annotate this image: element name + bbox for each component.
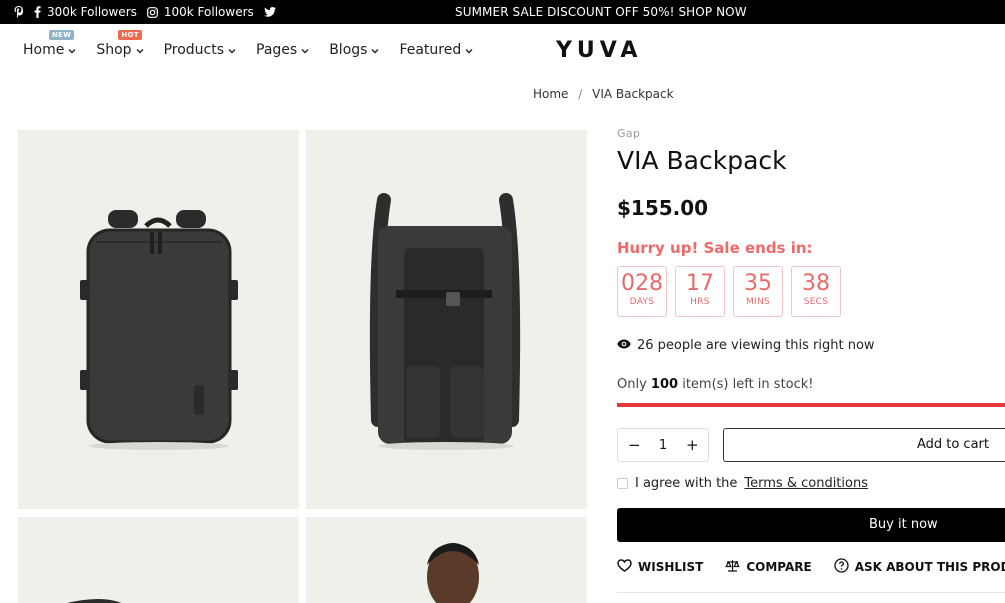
nav-item-home[interactable]: Home NEW: [23, 30, 76, 58]
countdown-seconds: 38 SECS: [791, 266, 841, 317]
buy-now-button[interactable]: Buy it now: [617, 508, 1005, 542]
nav-item-blogs[interactable]: Blogs: [329, 42, 379, 58]
heart-icon: [617, 559, 632, 575]
stock-progress-fill: [617, 403, 1005, 407]
scale-icon: [725, 559, 741, 575]
instagram-link[interactable]: 100k Followers: [146, 5, 254, 19]
stock-progress-bar: [617, 403, 1005, 407]
facebook-icon: [34, 6, 41, 18]
chevron-down-icon: [228, 42, 236, 58]
terms-agreement: I agree with the Terms & conditions: [617, 476, 868, 491]
hot-badge: HOT: [118, 30, 142, 40]
live-viewers-text: 26 people are viewing this right now: [637, 338, 875, 353]
nav-item-pages[interactable]: Pages: [256, 42, 309, 58]
facebook-followers: 300k Followers: [47, 5, 137, 19]
countdown-minutes: 35 MINS: [733, 266, 783, 317]
countdown-unit: HRS: [690, 297, 710, 307]
stock-count: 100: [650, 377, 679, 392]
add-to-cart-button[interactable]: Add to cart: [723, 428, 1005, 462]
nav-item-featured[interactable]: Featured: [399, 42, 473, 58]
eye-icon: [617, 338, 631, 353]
new-badge: NEW: [49, 30, 75, 40]
live-viewers: 26 people are viewing this right now: [617, 338, 875, 353]
nav-label: Blogs: [329, 42, 368, 58]
instagram-followers: 100k Followers: [163, 5, 254, 19]
product-image-model[interactable]: [306, 517, 587, 603]
nav-label: Pages: [256, 42, 298, 58]
wishlist-button[interactable]: WISHLIST: [617, 558, 703, 576]
model-wearing-backpack-image: [427, 543, 479, 603]
countdown-value: 35: [744, 271, 772, 296]
announcement-bar: 300k Followers 100k Followers SUMMER SAL…: [0, 0, 1005, 24]
sale-countdown: 028 DAYS 17 HRS 35 MINS 38 SECS: [617, 266, 841, 317]
nav-label: Home: [23, 42, 65, 58]
product-title: VIA Backpack: [617, 146, 787, 175]
quantity-decrease-button[interactable]: −: [628, 436, 641, 454]
wishlist-label: WISHLIST: [638, 560, 704, 574]
quantity-increase-button[interactable]: +: [686, 436, 699, 454]
countdown-hours: 17 HRS: [675, 266, 725, 317]
facebook-link[interactable]: 300k Followers: [34, 5, 137, 19]
countdown-value: 38: [802, 271, 830, 296]
terms-checkbox[interactable]: [617, 478, 628, 489]
nav-menu: Home NEW Shop HOT Products Pages Blogs F…: [23, 24, 493, 76]
backpack-back-image: [369, 193, 521, 450]
chevron-down-icon: [371, 42, 379, 58]
countdown-unit: SECS: [803, 297, 829, 307]
twitter-icon[interactable]: [263, 7, 276, 17]
breadcrumb-separator: /: [578, 87, 583, 101]
countdown-unit: DAYS: [629, 297, 655, 307]
breadcrumb-home-link[interactable]: Home: [533, 87, 568, 101]
chevron-down-icon: [465, 42, 473, 58]
nav-label: Shop: [96, 42, 132, 58]
backpack-side-image: [67, 599, 122, 603]
nav-item-products[interactable]: Products: [164, 42, 236, 58]
site-logo[interactable]: YUVA: [556, 38, 642, 63]
instagram-icon: [146, 6, 158, 18]
social-links: 300k Followers 100k Followers: [14, 0, 276, 24]
ask-label: ASK ABOUT THIS PRODUCT: [854, 560, 1005, 574]
compare-label: COMPARE: [746, 560, 812, 574]
product-price: $155.00: [617, 196, 709, 220]
backpack-front-image: [80, 210, 238, 450]
compare-button[interactable]: COMPARE: [725, 558, 812, 576]
main-nav: Home NEW Shop HOT Products Pages Blogs F…: [0, 24, 1005, 76]
stock-prefix: Only: [617, 377, 647, 392]
breadcrumb: Home / VIA Backpack: [533, 87, 674, 101]
chevron-down-icon: [136, 42, 144, 58]
quantity-stepper: − 1 +: [617, 428, 709, 462]
nav-label: Products: [163, 42, 225, 58]
breadcrumb-current: VIA Backpack: [592, 87, 674, 101]
quantity-input[interactable]: 1: [659, 438, 667, 453]
section-divider: [617, 592, 1005, 593]
countdown-value: 17: [686, 271, 714, 296]
terms-link[interactable]: Terms & conditions: [744, 476, 868, 491]
countdown-unit: MINS: [745, 297, 771, 307]
nav-label: Featured: [399, 42, 462, 58]
countdown-value: 028: [621, 271, 663, 296]
product-image-side[interactable]: [18, 517, 299, 603]
promo-banner-link[interactable]: SUMMER SALE DISCOUNT OFF 50%! SHOP NOW: [455, 0, 747, 24]
ask-about-product-button[interactable]: ASK ABOUT THIS PRODUCT: [834, 558, 1005, 576]
countdown-days: 028 DAYS: [617, 266, 667, 317]
chevron-down-icon: [301, 42, 309, 58]
terms-agree-label: I agree with the: [635, 476, 738, 491]
stock-suffix: item(s) left in stock!: [682, 377, 814, 392]
pinterest-icon[interactable]: [14, 6, 24, 18]
product-brand[interactable]: Gap: [617, 127, 640, 140]
product-image-back[interactable]: [306, 130, 587, 509]
question-circle-icon: [834, 558, 849, 576]
nav-item-shop[interactable]: Shop HOT: [96, 30, 144, 58]
chevron-down-icon: [68, 42, 76, 58]
sale-countdown-heading: Hurry up! Sale ends in:: [617, 239, 813, 257]
product-image-front[interactable]: [18, 130, 299, 509]
stock-status: Only 100 item(s) left in stock!: [617, 377, 814, 392]
product-actions: WISHLIST COMPARE ASK ABOUT THIS PRODUCT: [617, 558, 1005, 576]
